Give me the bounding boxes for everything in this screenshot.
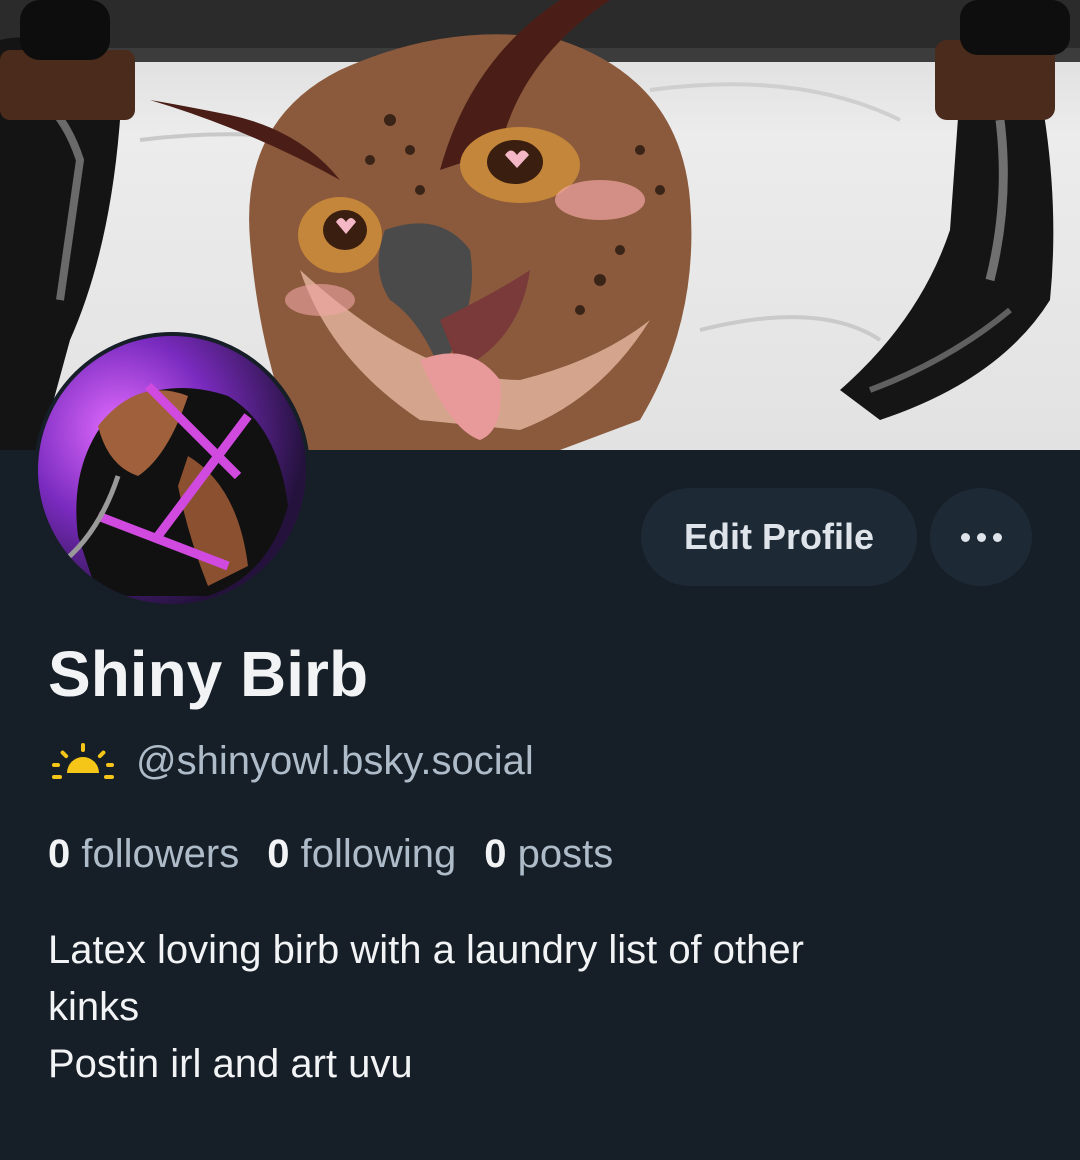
more-options-button[interactable] (930, 488, 1032, 586)
handle[interactable]: @shinyowl.bsky.social (136, 739, 534, 784)
bio-line: kinks (48, 985, 140, 1029)
following-stat[interactable]: 0 following (267, 832, 456, 877)
posts-stat: 0 posts (484, 832, 613, 877)
bio-line: Latex loving birb with a laundry list of… (48, 928, 804, 972)
sunrise-icon (50, 741, 116, 781)
profile-bio: Latex loving birb with a laundry list of… (48, 922, 1038, 1093)
profile-stats: 0 followers 0 following 0 posts (48, 826, 613, 882)
followers-count: 0 (48, 831, 71, 876)
followers-stat[interactable]: 0 followers (48, 832, 239, 877)
handle-row: @shinyowl.bsky.social (50, 734, 534, 788)
edit-profile-button[interactable]: Edit Profile (641, 488, 917, 586)
following-count: 0 (267, 831, 290, 876)
avatar[interactable] (34, 332, 310, 608)
display-name: Shiny Birb (48, 638, 369, 710)
posts-label: posts (517, 831, 614, 876)
bio-line: Postin irl and art uvu (48, 1042, 413, 1086)
more-dots-icon (960, 532, 1002, 542)
following-label: following (300, 831, 457, 876)
followers-label: followers (81, 831, 240, 876)
posts-count: 0 (484, 831, 507, 876)
